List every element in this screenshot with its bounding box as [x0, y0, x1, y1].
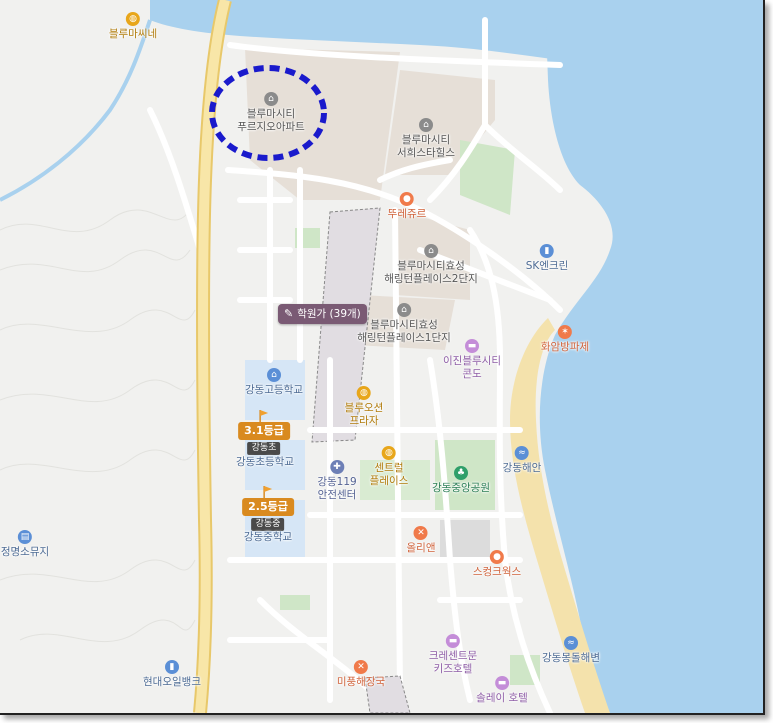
school-tag: 강동초	[247, 442, 281, 455]
poi-olien[interactable]: ✕ 올리앤	[407, 526, 435, 555]
museum-icon: ▤	[18, 530, 32, 544]
poi-gangdong-middle[interactable]: 강동중학교	[244, 531, 292, 544]
shopping-icon: ◍	[381, 446, 396, 460]
poi-hyundai-oilbank[interactable]: ▮ 현대오일뱅크	[143, 660, 201, 689]
cafe-icon: ●	[490, 550, 504, 564]
school-icon: ⌂	[267, 368, 281, 382]
poi-tous-les-jours[interactable]: ● 뚜레쥬르	[388, 192, 426, 221]
poi-scrub-works[interactable]: ● 스컹크웍스	[473, 550, 521, 579]
poi-crescent-moon-hotel[interactable]: ▬ 크레센트문 키즈호텔	[429, 634, 477, 676]
poi-gangdong-mongdol[interactable]: ≈ 강동몽돌해변	[542, 636, 600, 665]
hotel-icon: ▬	[446, 634, 460, 648]
map-frame[interactable]: ◍ 블루마씨네 ⌂ 블루마시티 푸르지오아파트 ⌂ 블루마시티 서희스타힐스 ●…	[0, 0, 765, 715]
poi-hyosung-2[interactable]: ⌂ 블루마시티효성 해링턴플레이스2단지	[384, 244, 478, 286]
pencil-icon: ✎	[284, 307, 294, 320]
school-tag: 강동중	[251, 518, 285, 531]
apartment-icon: ⌂	[424, 244, 438, 258]
beach-icon: ≈	[564, 636, 578, 650]
gas-station-icon: ▮	[165, 660, 179, 674]
poi-bluemacity-seohui[interactable]: ⌂ 블루마시티 서희스타힐스	[397, 118, 455, 160]
school-grade-marker-elem[interactable]: 3.1등급 강동초	[238, 410, 290, 455]
poi-gangdong-beach[interactable]: ≈ 강동해안	[503, 446, 541, 475]
poi-bluemacity-prugio[interactable]: ⌂ 블루마시티 푸르지오아파트	[237, 92, 305, 134]
flag-icon	[263, 486, 272, 498]
restaurant-icon: ✕	[413, 526, 428, 540]
poi-hyosung-1[interactable]: ⌂ 블루마시티효성 해링턴플레이스1단지	[357, 303, 451, 345]
map-canvas[interactable]	[0, 0, 763, 713]
hotel-icon: ▬	[494, 676, 509, 690]
poi-gangdong-elem[interactable]: 강동초등학교	[236, 456, 294, 469]
poi-blue-market[interactable]: ◍ 블루마씨네	[109, 12, 157, 41]
apartment-icon: ⌂	[397, 303, 411, 317]
shopping-icon: ◍	[126, 12, 140, 26]
poi-gangdong-park[interactable]: ♣ 강동중앙공원	[432, 466, 490, 495]
hotel-icon: ▬	[465, 339, 479, 353]
apartment-icon: ⌂	[264, 92, 278, 106]
restaurant-icon: ✕	[354, 660, 368, 674]
apartment-icon: ⌂	[419, 118, 433, 132]
fire-station-icon: ✚	[330, 460, 344, 474]
school-grade-marker-middle[interactable]: 2.5등급 강동중	[242, 486, 294, 531]
poi-ijin-condo[interactable]: ▬ 이진블루시티 콘도	[443, 339, 501, 381]
breakwater-icon: ✶	[558, 325, 572, 339]
poi-gangdong-119[interactable]: ✚ 강동119 안전센터	[317, 460, 357, 502]
poi-sk-encline[interactable]: ▮ SK엔크린	[526, 244, 568, 273]
poi-blue-ocean-plaza[interactable]: ◍ 블루오션 프라자	[345, 386, 383, 428]
bakery-icon: ●	[399, 192, 414, 206]
park-small-2	[280, 595, 310, 610]
flag-icon	[259, 410, 268, 422]
poi-solei-hotel[interactable]: ▬ 솔레이 호텔	[476, 676, 528, 705]
shopping-icon: ◍	[356, 386, 371, 400]
beach-icon: ≈	[514, 446, 529, 460]
academy-district-badge[interactable]: ✎ 학원가 (39개)	[278, 304, 367, 324]
poi-jeongmyeong-museum[interactable]: ▤ 정명소뮤지	[1, 530, 49, 559]
poi-gangdong-high[interactable]: ⌂ 강동고등학교	[245, 368, 303, 397]
poi-hwaam-breakwater[interactable]: ✶ 화암방파제	[541, 325, 589, 354]
park-icon: ♣	[454, 466, 468, 480]
poi-central-place[interactable]: ◍ 센트럴 플레이스	[370, 446, 408, 488]
poi-mipung-haejangguk[interactable]: ✕ 미풍해장국	[337, 660, 385, 689]
gas-station-icon: ▮	[540, 244, 554, 258]
